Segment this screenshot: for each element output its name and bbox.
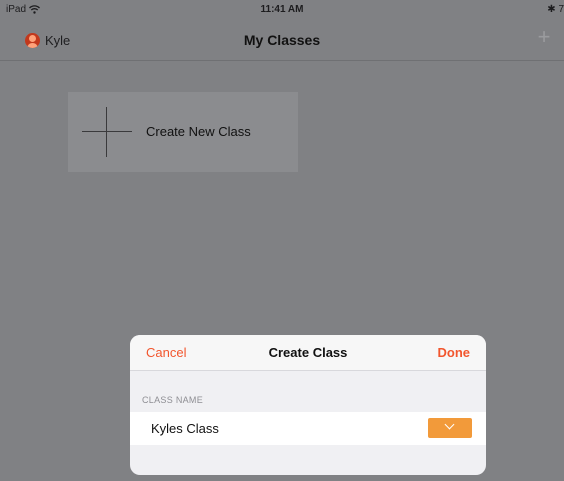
- create-new-class-label: Create New Class: [146, 124, 251, 139]
- create-new-class-card[interactable]: Create New Class: [68, 92, 298, 172]
- class-name-section-label: CLASS NAME: [142, 395, 204, 405]
- page-title: My Classes: [243, 32, 321, 48]
- create-class-sheet: Cancel Create Class Done CLASS NAME Kyle…: [130, 335, 486, 475]
- color-dropdown[interactable]: [428, 418, 472, 438]
- class-name-row: Kyles Class: [130, 412, 486, 445]
- status-right: ✱ 7: [547, 4, 564, 15]
- class-name-field[interactable]: Kyles Class: [151, 421, 219, 436]
- status-time: 11:41 AM: [260, 4, 304, 15]
- plus-icon: +: [537, 24, 551, 49]
- chevron-down-icon: [444, 419, 455, 430]
- status-bar: iPad 11:41 AM ✱ 7: [0, 0, 564, 20]
- done-button[interactable]: Done: [438, 345, 471, 360]
- plus-icon: [82, 107, 132, 157]
- navigation-bar: Kyle My Classes +: [0, 20, 564, 61]
- sheet-header: Cancel Create Class Done: [130, 335, 486, 371]
- sheet-title: Create Class: [268, 345, 348, 360]
- add-class-button[interactable]: +: [534, 24, 554, 49]
